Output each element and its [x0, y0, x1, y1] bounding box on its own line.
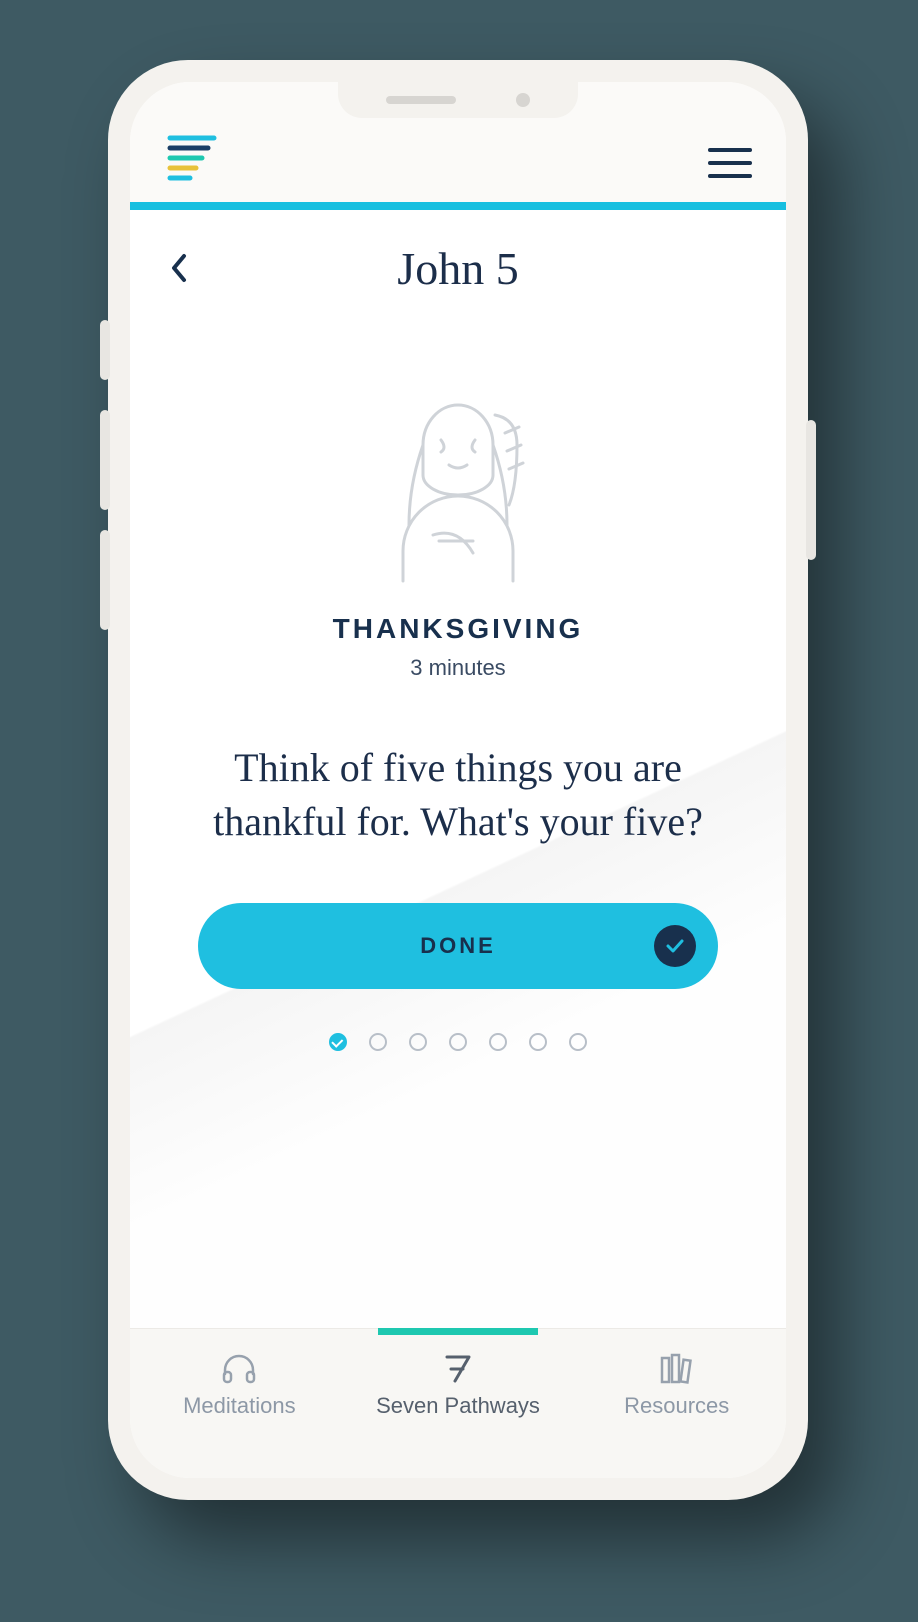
progress-dot[interactable]	[449, 1033, 467, 1051]
section-kicker: THANKSGIVING	[333, 613, 584, 645]
menu-button[interactable]	[708, 142, 752, 184]
back-button[interactable]	[168, 252, 190, 284]
seven-icon	[443, 1351, 473, 1385]
thanksgiving-illustration-icon	[363, 385, 553, 585]
tab-resources[interactable]: Resources	[567, 1329, 786, 1419]
done-button[interactable]: DONE	[198, 903, 718, 989]
progress-dot[interactable]	[529, 1033, 547, 1051]
tab-meditations[interactable]: Meditations	[130, 1329, 349, 1419]
phone-side-button	[806, 420, 816, 560]
phone-frame: John 5	[108, 60, 808, 1500]
progress-dot[interactable]	[489, 1033, 507, 1051]
page-title: John 5	[397, 242, 518, 295]
progress-dots	[329, 1033, 587, 1051]
accent-divider	[130, 202, 786, 210]
page-header: John 5	[130, 210, 786, 305]
progress-dot[interactable]	[569, 1033, 587, 1051]
progress-dot[interactable]	[409, 1033, 427, 1051]
done-button-label: DONE	[420, 933, 496, 959]
phone-side-button	[100, 410, 110, 510]
tab-label: Meditations	[183, 1393, 296, 1419]
phone-side-button	[100, 530, 110, 630]
app-screen: John 5	[130, 82, 786, 1478]
prompt-text: Think of five things you are thankful fo…	[208, 741, 708, 849]
tab-label: Seven Pathways	[376, 1393, 540, 1419]
progress-dot[interactable]	[369, 1033, 387, 1051]
tab-label: Resources	[624, 1393, 729, 1419]
books-icon	[658, 1351, 696, 1385]
tab-seven-pathways[interactable]: Seven Pathways	[349, 1329, 568, 1419]
content-area: THANKSGIVING 3 minutes Think of five thi…	[130, 305, 786, 1328]
phone-side-button	[100, 320, 110, 380]
headphones-icon	[221, 1351, 257, 1385]
phone-notch	[338, 82, 578, 118]
app-logo-icon	[164, 132, 220, 184]
duration-label: 3 minutes	[410, 655, 505, 681]
bottom-tabbar: Meditations Seven Pathways	[130, 1328, 786, 1478]
progress-dot[interactable]	[329, 1033, 347, 1051]
check-circle-icon	[654, 925, 696, 967]
